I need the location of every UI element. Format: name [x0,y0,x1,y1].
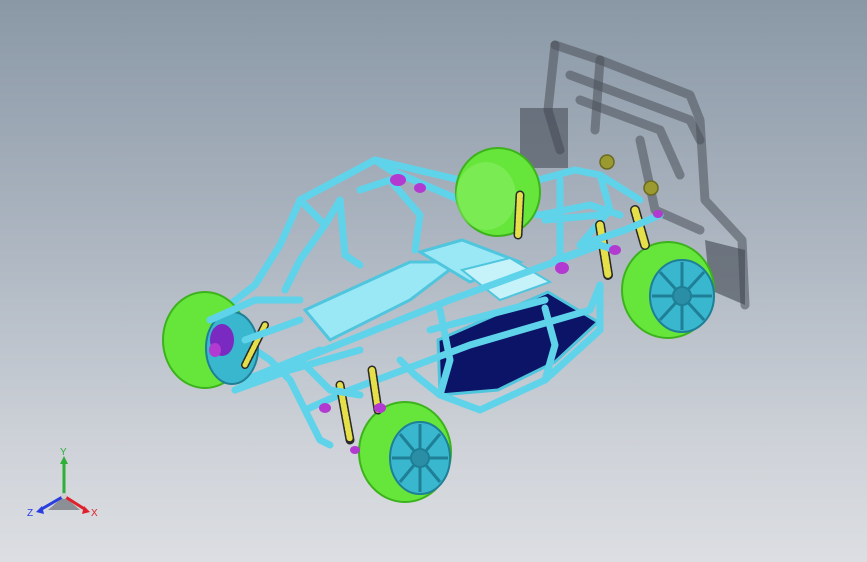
graphics-viewport[interactable]: Y X Z [0,0,867,562]
x-axis-label: X [91,508,98,519]
y-axis-label: Y [60,448,67,458]
orientation-triad: Y X Z [27,448,98,519]
chassis-model[interactable] [0,0,867,562]
rear-right-wheel [621,241,715,339]
z-axis-label: Z [27,508,33,519]
front-right-wheel [358,401,452,503]
rear-left-wheel [455,147,541,237]
damper-rear-left [513,190,525,240]
